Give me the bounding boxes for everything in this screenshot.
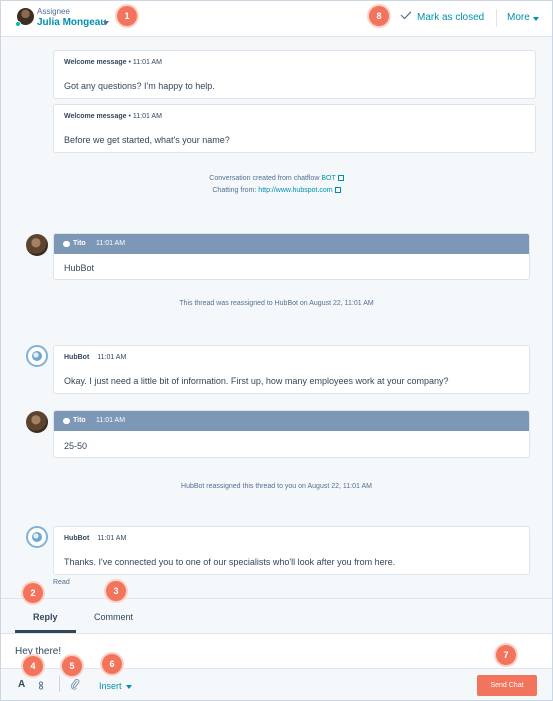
conversation-source-note: Conversation created from chatflow BOT bbox=[0, 175, 553, 182]
reassignment-note: HubBot reassigned this thread to you on … bbox=[181, 483, 372, 490]
message-sender: Tito bbox=[73, 417, 86, 424]
mark-as-closed-button[interactable]: Mark as closed bbox=[417, 12, 484, 23]
message-sender: HubBot bbox=[64, 354, 90, 361]
check-icon[interactable] bbox=[400, 11, 412, 19]
message-text: 25-50 bbox=[64, 441, 88, 451]
message-sender: Welcome message bbox=[64, 113, 127, 120]
message-meta: Welcome message • 11:01 AM bbox=[64, 113, 162, 120]
callout-badge-3: 3 bbox=[106, 581, 126, 601]
chevron-down-icon[interactable] bbox=[533, 17, 539, 21]
bot-message-card: HubBot 11:01 AM Thanks. I've connected y… bbox=[53, 526, 530, 575]
bot-message-card: HubBot 11:01 AM Okay. I just need a litt… bbox=[53, 345, 530, 394]
callout-badge-6: 6 bbox=[102, 654, 122, 674]
text-format-icon[interactable]: A bbox=[18, 679, 25, 690]
welcome-message-card: Welcome message • 11:01 AM Before we get… bbox=[53, 104, 536, 153]
visitor-message-card: Tito 11:01 AM HubBot bbox=[53, 233, 530, 280]
message-sender: Welcome message bbox=[64, 59, 127, 66]
welcome-message-card: Welcome message • 11:01 AM Got any quest… bbox=[53, 50, 536, 99]
active-tab-indicator bbox=[15, 630, 76, 633]
chevron-down-icon[interactable] bbox=[103, 21, 109, 25]
style-options-icon[interactable] bbox=[38, 681, 44, 690]
chatflow-link[interactable]: BOT bbox=[321, 175, 335, 182]
visitor-avatar bbox=[26, 234, 48, 256]
external-link-icon[interactable] bbox=[334, 187, 341, 193]
visitor-message-card: Tito 11:01 AM 25-50 bbox=[53, 410, 530, 458]
visitor-message-header: Tito 11:01 AM bbox=[54, 234, 529, 254]
message-sender: HubBot bbox=[64, 535, 90, 542]
online-status-dot bbox=[15, 21, 21, 27]
callout-badge-4: 4 bbox=[23, 656, 43, 676]
tab-reply[interactable]: Reply bbox=[33, 612, 58, 622]
chatting-from-link[interactable]: http://www.hubspot.com bbox=[258, 187, 332, 194]
source-prefix: Conversation created from chatflow bbox=[209, 175, 322, 182]
chatting-prefix: Chatting from: bbox=[212, 187, 259, 194]
send-chat-button[interactable]: Send Chat bbox=[477, 675, 537, 696]
read-receipt: Read bbox=[53, 579, 70, 586]
more-menu-button[interactable]: More bbox=[507, 12, 530, 23]
message-meta: HubBot 11:01 AM bbox=[64, 354, 126, 361]
message-meta: HubBot 11:01 AM bbox=[64, 535, 126, 542]
callout-badge-5: 5 bbox=[62, 656, 82, 676]
bot-avatar bbox=[26, 345, 48, 367]
chatting-from-note: Chatting from: http://www.hubspot.com bbox=[0, 187, 553, 194]
composer-toolbar bbox=[1, 668, 552, 700]
callout-badge-1: 1 bbox=[117, 6, 137, 26]
assignee-caption: Assignee bbox=[37, 7, 70, 16]
message-time: 11:01 AM bbox=[96, 417, 126, 424]
callout-badge-7: 7 bbox=[496, 645, 516, 665]
message-meta: Welcome message • 11:01 AM bbox=[64, 59, 162, 66]
message-time: 11:01 AM bbox=[132, 59, 162, 66]
message-text: Thanks. I've connected you to one of our… bbox=[64, 557, 396, 567]
callout-badge-8: 8 bbox=[369, 6, 389, 26]
message-sender: Tito bbox=[73, 240, 86, 247]
chat-bubble-icon bbox=[63, 418, 70, 424]
paperclip-icon[interactable] bbox=[70, 678, 80, 690]
toolbar-divider bbox=[59, 676, 60, 692]
message-text: Okay. I just need a little bit of inform… bbox=[64, 376, 449, 386]
chat-bubble-icon bbox=[63, 241, 70, 247]
insert-menu-button[interactable]: Insert bbox=[99, 681, 122, 691]
assignee-dropdown[interactable]: Julia Mongeau bbox=[37, 17, 106, 28]
bot-avatar bbox=[26, 526, 48, 548]
message-input[interactable]: Hey there! bbox=[15, 646, 61, 657]
visitor-message-header: Tito 11:01 AM bbox=[54, 411, 529, 431]
tab-comment[interactable]: Comment bbox=[94, 612, 133, 622]
visitor-avatar bbox=[26, 411, 48, 433]
message-text: HubBot bbox=[64, 263, 95, 273]
external-link-icon[interactable] bbox=[337, 175, 344, 181]
message-time: 11:01 AM bbox=[97, 535, 127, 542]
reassignment-note: This thread was reassigned to HubBot on … bbox=[179, 300, 374, 307]
header-divider bbox=[496, 9, 497, 27]
message-text: Got any questions? I'm happy to help. bbox=[64, 81, 215, 91]
composer-tabs bbox=[1, 598, 552, 634]
callout-badge-2: 2 bbox=[23, 583, 43, 603]
message-time: 11:01 AM bbox=[132, 113, 162, 120]
message-time: 11:01 AM bbox=[97, 354, 127, 361]
message-time: 11:01 AM bbox=[96, 240, 126, 247]
message-text: Before we get started, what's your name? bbox=[64, 135, 230, 145]
chevron-down-icon[interactable] bbox=[126, 685, 132, 689]
